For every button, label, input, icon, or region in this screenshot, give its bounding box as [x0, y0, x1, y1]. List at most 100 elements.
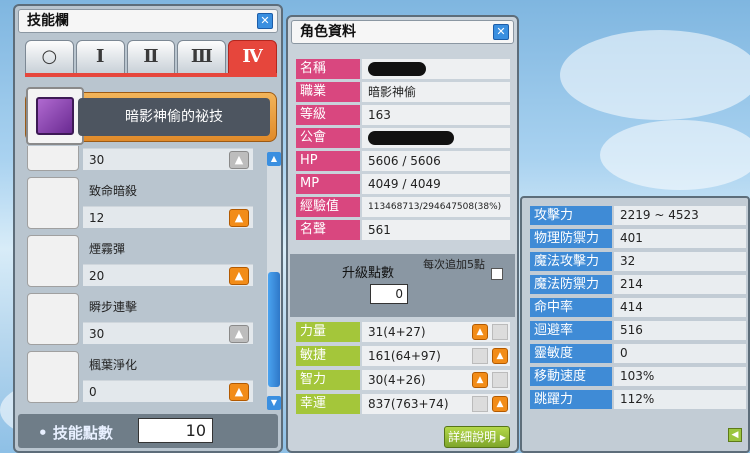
- info-value: 163: [362, 105, 510, 125]
- stat-slot: [472, 348, 488, 364]
- stat-up-button[interactable]: ▲: [492, 396, 508, 412]
- info-label: 名稱: [296, 59, 360, 79]
- skill-book-icon-frame: [26, 87, 84, 145]
- skill-level-bar: 20 ▲: [83, 264, 253, 286]
- detail-label: 迴避率: [530, 321, 612, 340]
- skill-window-titlebar[interactable]: 技能欄 ✕: [18, 9, 278, 33]
- detail-value: 0: [614, 344, 746, 363]
- tab-job-3[interactable]: Ⅲ: [177, 40, 227, 74]
- skill-window: 技能欄 ✕ ○ Ⅰ Ⅱ Ⅲ Ⅳ 暗影神偷的祕技 30 ▲ 致命暗殺 12 ▲ 煙…: [13, 4, 283, 453]
- info-value: 暗影神偷: [362, 82, 510, 102]
- skill-level: 30: [89, 153, 105, 167]
- tab-job-4[interactable]: Ⅳ: [228, 40, 277, 74]
- skill-row: 30 ▲: [25, 146, 265, 174]
- auto-assign-checkbox[interactable]: [491, 268, 503, 280]
- background-cloud: [600, 120, 750, 190]
- skill-level: 12: [89, 211, 105, 225]
- info-value: 5606 / 5606: [362, 151, 510, 171]
- stat-row-str: 力量 31(4+27) ▲: [296, 322, 510, 344]
- skill-points-value: 10: [138, 418, 213, 443]
- skill-icon[interactable]: [27, 293, 79, 345]
- skill-level: 30: [89, 327, 105, 341]
- detail-label: 命中率: [530, 298, 612, 317]
- stat-label: 敏捷: [296, 346, 360, 366]
- stat-up-button[interactable]: ▲: [472, 372, 488, 388]
- close-icon[interactable]: ✕: [257, 13, 273, 29]
- info-label: 職業: [296, 82, 360, 102]
- skill-up-button[interactable]: ▲: [229, 209, 249, 227]
- tab-beginner[interactable]: ○: [25, 40, 74, 74]
- stat-label: 智力: [296, 370, 360, 390]
- ability-points-panel: 升級點數 0 每次追加5點: [290, 254, 515, 317]
- skill-name: 瞬步連擊: [89, 300, 138, 314]
- info-value: 561: [362, 220, 510, 240]
- info-value-redacted: [362, 128, 510, 148]
- scroll-up-icon[interactable]: ▲: [267, 152, 281, 166]
- detail-value: 516: [614, 321, 746, 340]
- stat-up-button[interactable]: ▲: [472, 324, 488, 340]
- info-label: 名聲: [296, 220, 360, 240]
- info-label: 等級: [296, 105, 360, 125]
- info-row-name: 名稱: [296, 59, 510, 81]
- detail-label: 攻擊力: [530, 206, 612, 225]
- stat-row-int: 智力 30(4+26) ▲: [296, 370, 510, 392]
- detail-label: 物理防禦力: [530, 229, 612, 248]
- detail-row: 命中率 414: [530, 298, 750, 318]
- info-label: MP: [296, 174, 360, 194]
- info-row-exp: 經驗值 113468713/294647508(38%): [296, 197, 510, 219]
- info-label: 經驗值: [296, 197, 360, 217]
- stat-row-dex: 敏捷 161(64+97) ▲: [296, 346, 510, 368]
- skill-icon[interactable]: [27, 235, 79, 287]
- detail-button[interactable]: 詳細說明 ▸: [444, 426, 510, 448]
- close-icon[interactable]: ✕: [493, 24, 509, 40]
- detail-label: 魔法攻擊力: [530, 252, 612, 271]
- auto-assign-label: 每次追加5點: [423, 258, 485, 271]
- skill-window-title: 技能欄: [27, 13, 69, 29]
- character-window-titlebar[interactable]: 角色資料 ✕: [291, 20, 514, 44]
- scroll-down-icon[interactable]: ▼: [267, 396, 281, 410]
- detail-label: 靈敏度: [530, 344, 612, 363]
- detail-value: 32: [614, 252, 746, 271]
- skill-row: 煙霧彈 20 ▲: [25, 232, 265, 290]
- detail-stats-window: 攻擊力 2219 ~ 4523 物理防禦力 401 魔法攻擊力 32 魔法防禦力…: [520, 196, 750, 453]
- tab-job-1[interactable]: Ⅰ: [75, 40, 125, 74]
- character-window: 角色資料 ✕ 名稱 職業 暗影神偷 等級 163 公會 HP 5606 / 56…: [286, 15, 519, 453]
- redaction-mark: [368, 131, 454, 145]
- skill-icon[interactable]: [27, 351, 79, 403]
- info-label: HP: [296, 151, 360, 171]
- detail-label: 移動速度: [530, 367, 612, 386]
- skill-name: 楓葉淨化: [89, 358, 138, 372]
- stat-slot: [492, 372, 508, 388]
- tab-job-2[interactable]: Ⅱ: [126, 40, 176, 74]
- info-row-fame: 名聲 561: [296, 220, 510, 242]
- skill-up-button[interactable]: ▲: [229, 267, 249, 285]
- stat-row-luk: 幸運 837(763+74) ▲: [296, 394, 510, 416]
- skill-book-banner: 暗影神偷的祕技: [25, 87, 277, 145]
- skill-name: 致命暗殺: [89, 184, 138, 198]
- skill-icon[interactable]: [27, 146, 79, 171]
- skill-level-bar: 30 ▲: [83, 322, 253, 344]
- stat-slot: [472, 396, 488, 412]
- stat-label: 力量: [296, 322, 360, 342]
- detail-row: 攻擊力 2219 ~ 4523: [530, 206, 750, 226]
- info-value: 4049 / 4049: [362, 174, 510, 194]
- collapse-arrow-icon[interactable]: ◀: [728, 428, 742, 442]
- detail-row: 魔法攻擊力 32: [530, 252, 750, 272]
- stat-slot: [492, 324, 508, 340]
- stat-up-button[interactable]: ▲: [492, 348, 508, 364]
- skill-icon[interactable]: [27, 177, 79, 229]
- skill-list-scrollbar[interactable]: ▲ ▼: [267, 152, 281, 410]
- info-row-guild: 公會: [296, 128, 510, 150]
- skill-up-button[interactable]: ▲: [229, 383, 249, 401]
- skill-up-button[interactable]: ▲: [229, 151, 249, 169]
- scroll-thumb[interactable]: [268, 272, 280, 387]
- skill-up-button[interactable]: ▲: [229, 325, 249, 343]
- detail-row: 跳躍力 112%: [530, 390, 750, 410]
- skill-points-bar: • 技能點數 10: [18, 414, 278, 448]
- skill-level-bar: 30 ▲: [83, 148, 253, 170]
- info-row-level: 等級 163: [296, 105, 510, 127]
- detail-value: 214: [614, 275, 746, 294]
- book-icon: [36, 97, 74, 135]
- detail-row: 靈敏度 0: [530, 344, 750, 364]
- detail-button-label: 詳細說明: [448, 430, 497, 444]
